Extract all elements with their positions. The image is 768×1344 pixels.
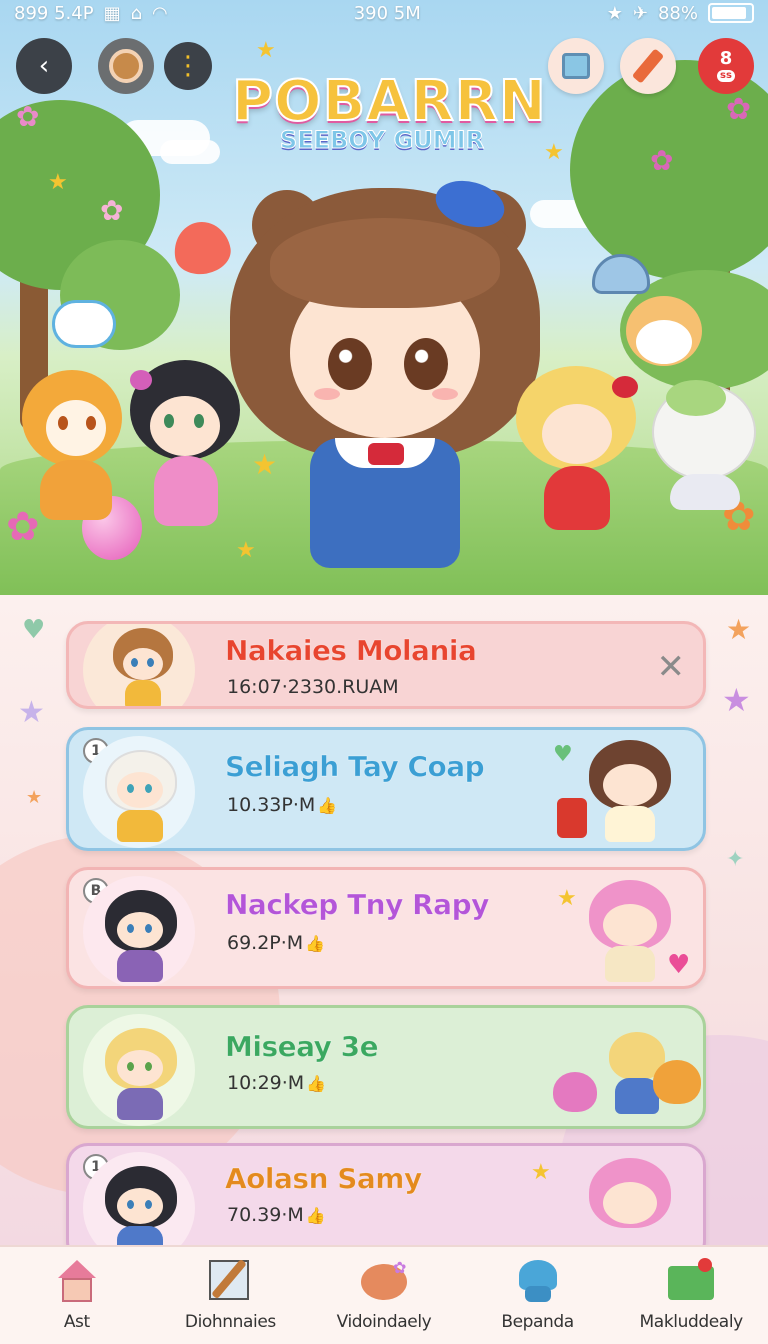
star-icon: ★ — [722, 681, 751, 719]
heart-icon: ♥ — [667, 950, 691, 980]
more-dots-icon: ⋮ — [175, 51, 201, 81]
list-item[interactable]: 1 Seliagh Tay Coap 10.33P·M 👍 ♥ — [66, 727, 706, 851]
nav-label: Ast — [63, 1312, 90, 1332]
star-icon: ★ — [544, 140, 564, 165]
star-icon: ★ — [256, 38, 276, 63]
nav-item-makluddealy[interactable]: Makluddealy — [614, 1247, 768, 1344]
status-time: 899 5.4P — [14, 2, 94, 24]
cloud — [160, 140, 220, 164]
home-icon — [52, 1256, 102, 1306]
character-avatar-icon — [109, 49, 143, 83]
list-item-title: Nakaies Molania — [225, 634, 477, 668]
heart-balloon-icon — [169, 217, 235, 279]
nav-item-home[interactable]: Ast — [0, 1247, 154, 1344]
list-item-title: Miseay 3e — [225, 1030, 379, 1064]
folder-icon — [666, 1256, 716, 1306]
cat-character — [22, 370, 132, 530]
logo-title: POBARRN — [231, 69, 547, 134]
flower-icon: ✿ — [100, 194, 124, 227]
thumbs-up-icon: 👍 — [305, 1206, 326, 1225]
pencil-icon — [631, 48, 665, 84]
speech-bubble-icon — [52, 300, 116, 348]
blonde-girl-character — [516, 366, 638, 546]
nav-label: Bepanda — [501, 1312, 574, 1332]
back-button[interactable]: ‹ — [16, 38, 72, 94]
heart-icon: ♥ — [22, 615, 46, 645]
list-item[interactable]: B Nackep Tny Rapy 69.2P·M 👍 ♥ ★ — [66, 867, 706, 989]
wifi-icon: ◠ — [152, 2, 168, 24]
back-arrow-icon: ‹ — [38, 51, 50, 81]
list-item-time: 70.39·M — [227, 1204, 304, 1226]
orange-cat-character — [626, 296, 706, 386]
badge-count: 8 — [719, 48, 733, 69]
paint-brush-icon — [205, 1256, 255, 1306]
notification-badge-button[interactable]: 8 ss — [698, 38, 754, 94]
thumbs-up-icon: 👍 — [305, 934, 326, 953]
hero-illustration: 899 5.4P ▦ ⌂ ◠ 390 5M ★ ✈ 88% ‹ ⋮ 8 ss P… — [0, 0, 768, 595]
nav-label: Vidoindaely — [336, 1312, 432, 1332]
battery-icon — [707, 3, 754, 23]
signal-icon: ✈ — [632, 2, 648, 24]
battery-percent: 88% — [657, 2, 698, 24]
heart-icon: ♥ — [553, 742, 573, 767]
chat-bubble-icon: ✿ — [359, 1256, 409, 1306]
main-girl-character — [230, 173, 550, 578]
black-hair-girl-character — [130, 360, 240, 540]
avatar — [83, 1014, 195, 1126]
avatar — [83, 736, 195, 848]
shop-button[interactable] — [548, 38, 604, 94]
avatar — [83, 624, 195, 706]
list-item-title: Seliagh Tay Coap — [225, 750, 485, 784]
star-icon: ★ — [48, 170, 68, 195]
flower-icon: ✿ — [650, 144, 674, 177]
star-icon: ★ — [726, 613, 752, 646]
list-item[interactable]: Nakaies Molania 16:07·2330.RUAM ✕ — [66, 621, 706, 709]
flower-icon: ✿ — [726, 92, 752, 127]
star-icon: ★ — [26, 787, 43, 808]
list-item-time-wrap: 70.39·M 👍 — [227, 1204, 326, 1226]
list-item-time-wrap: 69.2P·M 👍 — [227, 932, 325, 954]
status-center-text: 390 5M — [353, 2, 421, 24]
avatar — [83, 876, 195, 986]
white-cat-character — [652, 380, 762, 514]
sparkle-icon: ✦ — [726, 847, 745, 872]
list-item[interactable]: Miseay 3e 10:29·M 👍 — [66, 1005, 706, 1129]
list-item-time-wrap: 10.33P·M 👍 — [227, 794, 337, 816]
shop-stand-icon — [562, 53, 590, 79]
list-item-time: 16:07·2330.RUAM — [227, 676, 399, 698]
nav-label: Diohnnaies — [184, 1312, 276, 1332]
avatar[interactable] — [98, 38, 154, 94]
thumbs-up-icon: 👍 — [306, 1074, 327, 1093]
character-icon — [513, 1256, 563, 1306]
nav-label: Makluddealy — [639, 1312, 744, 1332]
close-icon[interactable]: ✕ — [657, 650, 686, 684]
notification-icon: ⌂ — [130, 2, 143, 24]
status-bar: 899 5.4P ▦ ⌂ ◠ 390 5M ★ ✈ 88% — [0, 0, 768, 26]
flower-icon: ✿ — [16, 100, 40, 133]
nav-item-bepanda[interactable]: Bepanda — [461, 1247, 615, 1344]
star-icon: ★ — [606, 2, 623, 24]
list-item-time: 69.2P·M — [227, 932, 304, 954]
list-item-time-wrap: 10:29·M 👍 — [227, 1072, 326, 1094]
star-icon: ★ — [18, 695, 45, 730]
grid-icon: ▦ — [103, 2, 121, 24]
star-icon: ★ — [531, 1160, 551, 1185]
badge-label: ss — [717, 70, 735, 82]
list-item-time: 10.33P·M — [227, 794, 316, 816]
edit-button[interactable] — [620, 38, 676, 94]
list-item-time: 10:29·M — [227, 1072, 305, 1094]
list-item-title: Aolasn Samy — [225, 1162, 423, 1196]
chat-list-panel: ♥ ★ ★ ★ ★ ✦ Nakaies Molania 16:07·2330.R… — [0, 595, 768, 1245]
more-options-button[interactable]: ⋮ — [164, 42, 212, 90]
game-logo: POBARRN SEEBOY GUMIR — [231, 69, 547, 155]
list-item[interactable]: 1 Aolasn Samy 70.39·M 👍 ★ — [66, 1143, 706, 1245]
list-item-title: Nackep Tny Rapy — [225, 888, 490, 922]
star-icon: ★ — [557, 886, 577, 911]
gift-icon — [557, 798, 587, 838]
nav-item-diohnnaies[interactable]: Diohnnaies — [154, 1247, 308, 1344]
nav-item-vidoindaely[interactable]: ✿ Vidoindaely — [307, 1247, 461, 1344]
bottom-navigation: Ast Diohnnaies ✿ Vidoindaely Bepanda Mak… — [0, 1245, 768, 1344]
thumbs-up-icon: 👍 — [317, 796, 338, 815]
